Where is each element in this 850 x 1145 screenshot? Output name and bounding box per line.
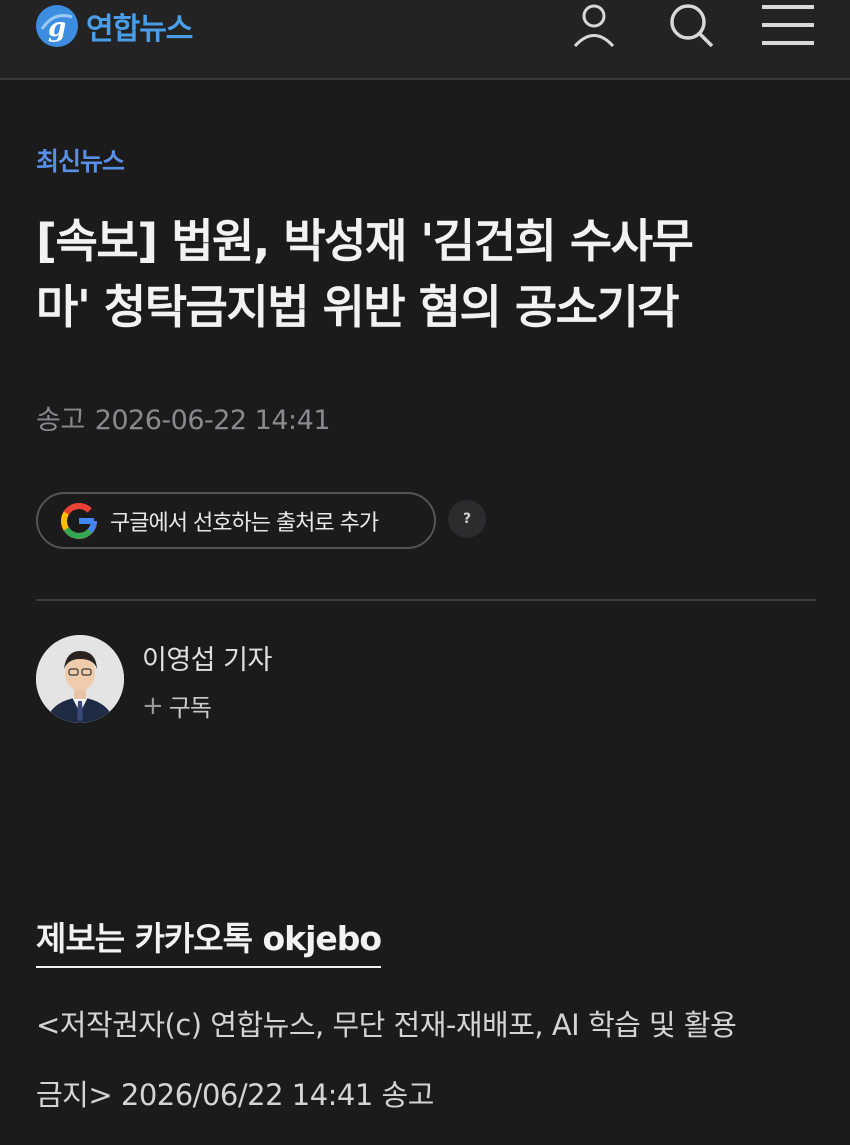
subscribe-label: 구독 xyxy=(168,694,212,722)
google-icon xyxy=(61,502,97,539)
reporter-name: 이영섭 기자 xyxy=(142,645,272,676)
copyright-line-2: 금지> 2026/06/22 14:41 송고 xyxy=(36,1078,434,1112)
category-link[interactable]: 최신뉴스 xyxy=(36,142,125,178)
menu-icon xyxy=(762,5,814,45)
headline-line-1: [속보] 법원, 박성재 '김건희 수사무 xyxy=(36,214,694,268)
copyright-line-1: <저작권자(c) 연합뉴스, 무단 전재-재배포, AI 학습 및 활용 xyxy=(36,1008,737,1042)
divider xyxy=(36,599,816,601)
user-button[interactable] xyxy=(566,0,622,50)
yonhap-logo[interactable]: g 연합뉴스 xyxy=(34,0,193,52)
plus-icon: + xyxy=(142,690,164,721)
reporter-photo xyxy=(36,635,124,723)
top-bar: g 연합뉴스 xyxy=(0,0,850,80)
google-button-label: 구글에서 선호하는 출처로 추가 xyxy=(110,510,379,536)
logo-text: 연합뉴스 xyxy=(86,12,193,47)
yonhap-logo-icon: g xyxy=(36,5,78,47)
google-preferred-source-button[interactable]: 구글에서 선호하는 출처로 추가 xyxy=(36,492,436,549)
help-button[interactable]: ? xyxy=(448,500,486,538)
dateline-label: 송고 xyxy=(36,405,85,436)
dateline-time: 2026-06-22 14:41 xyxy=(94,405,331,436)
subscribe-button[interactable]: + 구독 xyxy=(142,688,212,723)
headline-line-2: 마' 청탁금지법 위반 혐의 공소기각 xyxy=(36,280,680,334)
user-icon xyxy=(573,4,615,48)
copyright-notice: <저작권자(c) 연합뉴스, 무단 전재-재배포, AI 학습 및 활용 금지>… xyxy=(36,990,826,1130)
search-icon xyxy=(670,4,714,48)
search-button[interactable] xyxy=(663,0,719,50)
svg-text:g: g xyxy=(48,13,66,43)
menu-button[interactable] xyxy=(760,0,816,50)
article-headline: [속보] 법원, 박성재 '김건희 수사무 마' 청탁금지법 위반 혐의 공소기… xyxy=(36,208,816,340)
tip-kakao-link[interactable]: 제보는 카카오톡 okjebo xyxy=(36,912,382,968)
article-dateline: 송고 2026-06-22 14:41 xyxy=(36,398,331,437)
reporter-avatar[interactable] xyxy=(36,635,124,723)
